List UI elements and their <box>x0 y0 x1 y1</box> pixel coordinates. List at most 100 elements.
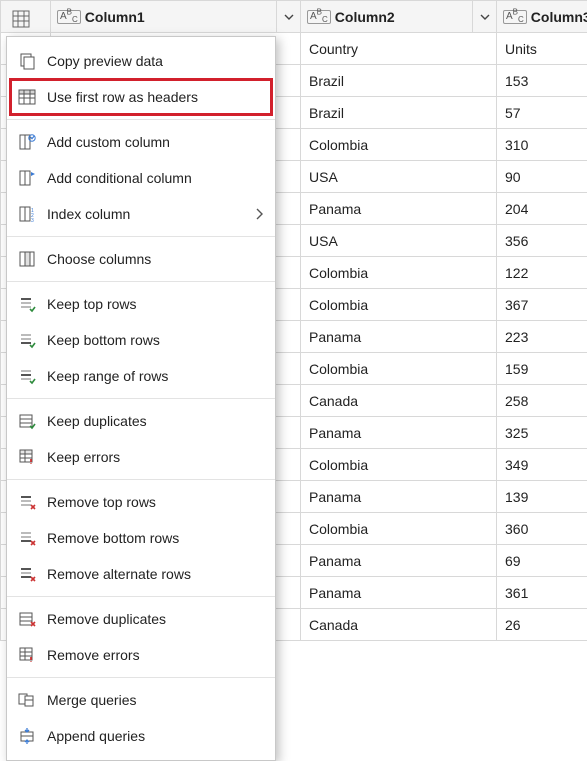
menu-remove-top-rows[interactable]: Remove top rows <box>7 484 275 520</box>
cell[interactable]: 159 <box>497 353 587 385</box>
cell[interactable]: Colombia <box>301 257 497 289</box>
remove-alternate-rows-icon <box>17 564 37 584</box>
menu-label: Copy preview data <box>47 53 263 69</box>
cell[interactable]: Colombia <box>301 353 497 385</box>
remove-errors-icon <box>17 645 37 665</box>
cell[interactable]: Panama <box>301 193 497 225</box>
cell[interactable]: Country <box>301 33 497 65</box>
chevron-down-icon <box>284 12 294 22</box>
menu-separator <box>7 119 275 120</box>
menu-label: Remove bottom rows <box>47 530 263 546</box>
menu-append-queries[interactable]: Append queries <box>7 718 275 754</box>
menu-add-custom-column[interactable]: Add custom column <box>7 124 275 160</box>
cell[interactable]: Colombia <box>301 289 497 321</box>
chevron-right-icon <box>255 208 263 220</box>
cell[interactable]: Panama <box>301 577 497 609</box>
cell[interactable]: 122 <box>497 257 587 289</box>
cell[interactable]: 356 <box>497 225 587 257</box>
cell[interactable]: 349 <box>497 449 587 481</box>
cell[interactable]: Canada <box>301 609 497 641</box>
cell[interactable]: 223 <box>497 321 587 353</box>
cell[interactable]: Panama <box>301 321 497 353</box>
menu-keep-range-of-rows[interactable]: Keep range of rows <box>7 358 275 394</box>
menu-label: Remove errors <box>47 647 263 663</box>
cell[interactable]: Brazil <box>301 97 497 129</box>
column-header-3[interactable]: ABC Column3 <box>497 1 587 33</box>
type-icon: ABC <box>57 10 81 24</box>
cell[interactable]: Colombia <box>301 129 497 161</box>
menu-remove-alternate-rows[interactable]: Remove alternate rows <box>7 556 275 592</box>
cell[interactable]: Panama <box>301 481 497 513</box>
cell[interactable]: 361 <box>497 577 587 609</box>
type-icon: ABC <box>307 10 331 24</box>
keep-range-rows-icon <box>17 366 37 386</box>
menu-remove-errors[interactable]: Remove errors <box>7 637 275 673</box>
menu-copy-preview-data[interactable]: Copy preview data <box>7 43 275 79</box>
cell[interactable]: 90 <box>497 161 587 193</box>
cell[interactable]: 367 <box>497 289 587 321</box>
cell[interactable]: 57 <box>497 97 587 129</box>
cell[interactable]: Panama <box>301 417 497 449</box>
append-queries-icon <box>17 726 37 746</box>
menu-use-first-row-as-headers[interactable]: Use first row as headers <box>7 79 275 115</box>
table-corner-button[interactable] <box>1 1 51 33</box>
menu-separator <box>7 596 275 597</box>
cell[interactable]: Canada <box>301 385 497 417</box>
cell[interactable]: Brazil <box>301 65 497 97</box>
menu-label: Use first row as headers <box>47 89 263 105</box>
cell[interactable]: 153 <box>497 65 587 97</box>
menu-label: Remove top rows <box>47 494 263 510</box>
column-header-2[interactable]: ABC Column2 <box>301 1 497 33</box>
menu-label: Keep bottom rows <box>47 332 263 348</box>
menu-label: Remove duplicates <box>47 611 263 627</box>
cell[interactable]: 325 <box>497 417 587 449</box>
column-dropdown-button[interactable] <box>472 1 496 32</box>
menu-label: Keep top rows <box>47 296 263 312</box>
merge-queries-icon <box>17 690 37 710</box>
menu-add-conditional-column[interactable]: Add conditional column <box>7 160 275 196</box>
menu-remove-duplicates[interactable]: Remove duplicates <box>7 601 275 637</box>
keep-errors-icon <box>17 447 37 467</box>
remove-top-rows-icon <box>17 492 37 512</box>
cell[interactable]: 139 <box>497 481 587 513</box>
menu-keep-duplicates[interactable]: Keep duplicates <box>7 403 275 439</box>
menu-remove-bottom-rows[interactable]: Remove bottom rows <box>7 520 275 556</box>
cell[interactable]: 360 <box>497 513 587 545</box>
column-dropdown-button[interactable] <box>276 1 300 32</box>
menu-separator <box>7 677 275 678</box>
menu-choose-columns[interactable]: Choose columns <box>7 241 275 277</box>
cell[interactable]: 258 <box>497 385 587 417</box>
menu-label: Merge queries <box>47 692 263 708</box>
menu-keep-errors[interactable]: Keep errors <box>7 439 275 475</box>
column-label: Column1 <box>85 9 272 25</box>
menu-separator <box>7 236 275 237</box>
menu-label: Remove alternate rows <box>47 566 263 582</box>
cell[interactable]: 26 <box>497 609 587 641</box>
keep-bottom-rows-icon <box>17 330 37 350</box>
cell[interactable]: 69 <box>497 545 587 577</box>
copy-icon <box>17 51 37 71</box>
cell[interactable]: Panama <box>301 545 497 577</box>
cell[interactable]: Colombia <box>301 449 497 481</box>
cell[interactable]: 204 <box>497 193 587 225</box>
column-header-1[interactable]: ABC Column1 <box>51 1 301 33</box>
cell[interactable]: Units <box>497 33 587 65</box>
cell[interactable]: USA <box>301 225 497 257</box>
menu-label: Add conditional column <box>47 170 263 186</box>
remove-bottom-rows-icon <box>17 528 37 548</box>
choose-columns-icon <box>17 249 37 269</box>
cell[interactable]: 310 <box>497 129 587 161</box>
table-context-menu: Copy preview data Use first row as heade… <box>6 36 276 761</box>
cell[interactable]: Colombia <box>301 513 497 545</box>
type-icon: ABC <box>503 10 527 24</box>
menu-keep-bottom-rows[interactable]: Keep bottom rows <box>7 322 275 358</box>
cell[interactable]: USA <box>301 161 497 193</box>
menu-index-column[interactable]: 123 Index column <box>7 196 275 232</box>
menu-label: Append queries <box>47 728 263 744</box>
menu-keep-top-rows[interactable]: Keep top rows <box>7 286 275 322</box>
menu-label: Keep errors <box>47 449 263 465</box>
menu-label: Add custom column <box>47 134 263 150</box>
menu-merge-queries[interactable]: Merge queries <box>7 682 275 718</box>
add-column-icon <box>17 132 37 152</box>
menu-separator <box>7 479 275 480</box>
